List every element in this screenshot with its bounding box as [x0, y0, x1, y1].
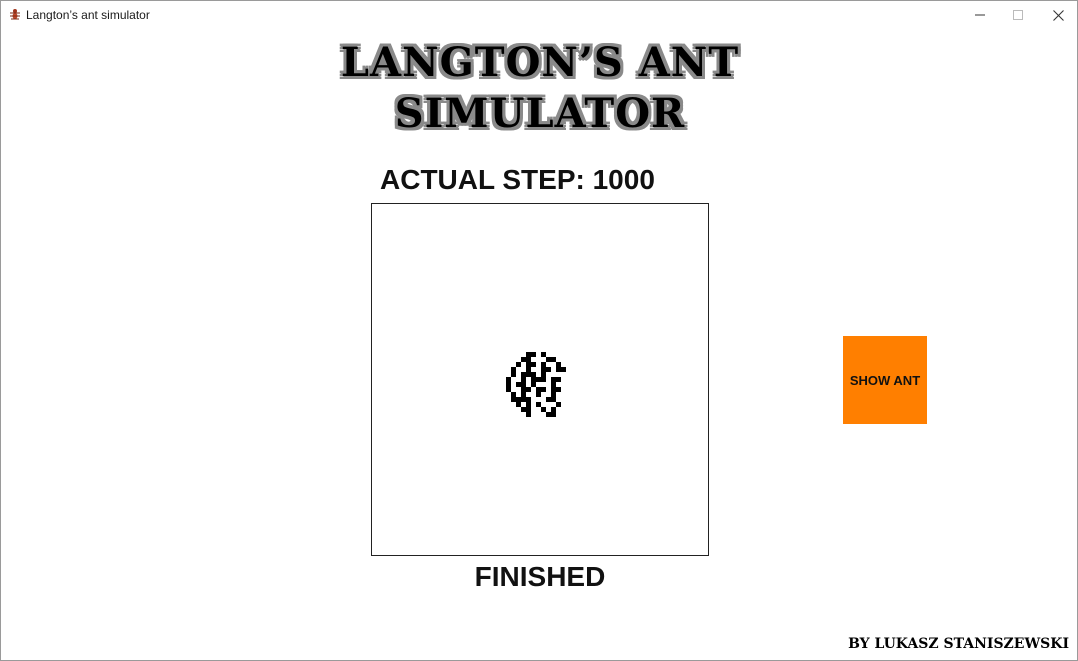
grid-cell	[526, 407, 531, 412]
maximize-button[interactable]	[999, 1, 1037, 29]
grid-cell	[546, 397, 551, 402]
grid-cell	[526, 367, 531, 372]
step-value: 1000	[592, 164, 655, 195]
step-label: ACTUAL STEP:	[380, 164, 585, 195]
grid-cell	[506, 382, 511, 387]
grid-cell	[551, 382, 556, 387]
grid-cell	[516, 382, 521, 387]
grid-cell	[521, 377, 526, 382]
author-credit: BY LUKASZ STANISZEWSKI	[848, 636, 1069, 652]
grid-cell	[551, 377, 556, 382]
grid-cell	[541, 352, 546, 357]
grid-cell	[526, 352, 531, 357]
simulation-grid[interactable]	[371, 203, 709, 556]
grid-cell	[516, 362, 521, 367]
grid-cell	[521, 387, 526, 392]
grid-cell	[541, 372, 546, 377]
grid-cell	[526, 362, 531, 367]
grid-cell	[551, 357, 556, 362]
grid-cell	[531, 382, 536, 387]
minimize-icon	[975, 10, 985, 20]
grid-cell	[551, 407, 556, 412]
grid-cell	[546, 412, 551, 417]
close-icon	[1052, 9, 1064, 21]
grid-cell	[516, 402, 521, 407]
grid-cell	[556, 362, 561, 367]
grid-cell	[531, 352, 536, 357]
grid-cell	[526, 397, 531, 402]
grid-cell	[511, 392, 516, 397]
grid-cell	[551, 397, 556, 402]
grid-cell	[531, 362, 536, 367]
grid-cell	[526, 387, 531, 392]
grid-cell	[541, 377, 546, 382]
grid-cell	[521, 392, 526, 397]
grid-cell	[536, 392, 541, 397]
grid-cell	[521, 372, 526, 377]
grid-cell	[521, 407, 526, 412]
grid-cell	[521, 357, 526, 362]
page-title-line-1: LANGTON’S ANT	[340, 39, 740, 86]
grid-cell	[541, 387, 546, 392]
grid-cell	[531, 372, 536, 377]
grid-cell	[551, 412, 556, 417]
grid-cell	[546, 367, 551, 372]
grid-cell	[531, 377, 536, 382]
grid-cell	[526, 357, 531, 362]
window-title: Langton’s ant simulator	[26, 8, 150, 22]
grid-cell	[536, 402, 541, 407]
grid-cell	[556, 377, 561, 382]
grid-cell	[511, 397, 516, 402]
maximize-icon	[1013, 10, 1023, 20]
grid-cell	[556, 402, 561, 407]
app-window: Langton’s ant simulator LANGTON’S ANT SI…	[0, 0, 1078, 661]
grid-cell	[506, 377, 511, 382]
grid-cell	[521, 397, 526, 402]
grid-cell	[526, 372, 531, 377]
grid-cell	[541, 367, 546, 372]
close-button[interactable]	[1039, 1, 1077, 29]
title-bar[interactable]: Langton’s ant simulator	[1, 1, 1077, 29]
grid-cell	[546, 357, 551, 362]
simulation-state: FINISHED	[474, 561, 606, 592]
grid-cell	[511, 372, 516, 377]
step-counter: ACTUAL STEP: 1000	[380, 164, 655, 196]
grid-cell	[506, 387, 511, 392]
grid-cell	[516, 397, 521, 402]
show-ant-button[interactable]: SHOW ANT	[843, 336, 927, 424]
grid-cell	[511, 367, 516, 372]
ant-icon	[8, 7, 22, 21]
grid-cell	[551, 392, 556, 397]
grid-cell	[521, 382, 526, 387]
grid-cell	[556, 367, 561, 372]
grid-cell	[536, 377, 541, 382]
grid-cell	[551, 387, 556, 392]
grid-cell	[526, 402, 531, 407]
grid-cell	[541, 362, 546, 367]
minimize-button[interactable]	[961, 1, 999, 29]
grid-cell	[556, 387, 561, 392]
grid-cell	[561, 367, 566, 372]
ant-pattern	[506, 352, 566, 417]
grid-cell	[541, 407, 546, 412]
grid-cell	[536, 387, 541, 392]
page-title-line-2: SIMULATOR	[394, 90, 686, 137]
grid-cell	[526, 412, 531, 417]
